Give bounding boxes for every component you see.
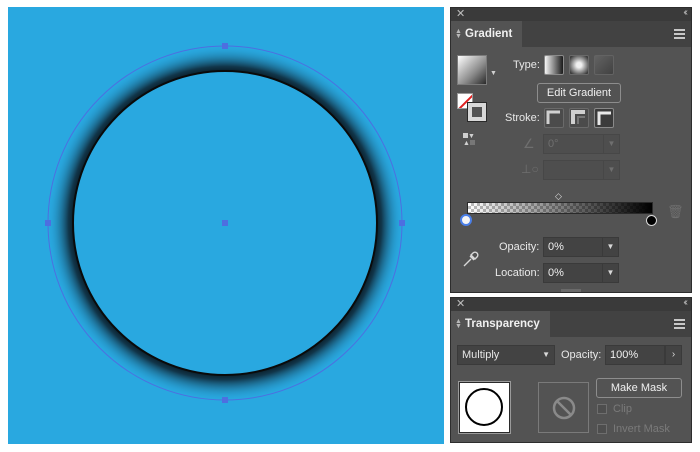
stroke-across-button[interactable] [594, 108, 614, 128]
anchor-point-top[interactable] [222, 43, 228, 49]
fill-stroke-indicator[interactable] [457, 93, 487, 122]
artboard-canvas[interactable] [8, 7, 444, 444]
gradient-stop-left[interactable] [460, 214, 472, 226]
make-mask-button[interactable]: Make Mask [596, 378, 682, 398]
location-dropdown[interactable]: ▼ [602, 263, 619, 283]
no-mask-icon [552, 396, 576, 420]
anchor-point-left[interactable] [45, 220, 51, 226]
gradient-slider[interactable] [467, 202, 653, 214]
aspect-ratio-field[interactable] [543, 160, 605, 180]
freeform-gradient-button[interactable] [594, 55, 614, 75]
opacity-field[interactable]: 0% [543, 237, 603, 257]
midpoint-diamond-icon[interactable]: ◇ [555, 191, 562, 202]
gradient-stop-right[interactable] [646, 215, 657, 226]
close-panel-button[interactable]: ✕ [456, 7, 465, 20]
panel-menu-icon[interactable] [674, 319, 685, 329]
trash-icon[interactable]: 🗑 [667, 204, 684, 220]
tab-label: Transparency [465, 318, 540, 330]
blend-mode-select[interactable]: Multiply ▼ [457, 345, 555, 365]
opacity-field[interactable]: 100% [605, 345, 665, 365]
angle-icon: ∠ [523, 136, 535, 151]
aspect-ratio-icon: ⊥○ [521, 162, 539, 176]
panel-menu-icon[interactable] [674, 29, 685, 39]
opacity-expand-button[interactable]: › [665, 345, 682, 365]
clip-checkbox[interactable] [597, 404, 607, 414]
artwork [45, 43, 405, 403]
stroke-along-button[interactable] [569, 108, 589, 128]
angle-field[interactable]: 0° [543, 134, 605, 154]
tab-bar: ▲ ▼ Gradient [451, 21, 691, 47]
tab-transparency[interactable]: ▲ ▼ Transparency [451, 311, 550, 337]
type-label: Type: [513, 59, 540, 71]
mask-thumbnail[interactable] [538, 382, 589, 433]
anchor-point-bottom[interactable] [222, 397, 228, 403]
eyedropper-icon[interactable] [461, 251, 479, 269]
angle-dropdown[interactable]: ▼ [603, 134, 620, 154]
location-label: Location: [495, 267, 540, 279]
panel-titlebar[interactable]: ✕ ‹‹ [451, 7, 691, 21]
clip-label: Clip [613, 403, 632, 415]
swatch-dropdown-icon[interactable]: ▼ [490, 70, 497, 77]
object-thumbnail[interactable] [458, 381, 511, 434]
opacity-dropdown[interactable]: ▼ [602, 237, 619, 257]
stroke-label: Stroke: [505, 112, 540, 124]
resize-grip[interactable] [561, 289, 581, 292]
transparency-panel: ✕ ‹‹ ▲ ▼ Transparency Multiply ▼ Opacity:… [450, 297, 692, 443]
blend-mode-value: Multiply [462, 349, 500, 361]
tab-bar: ▲ ▼ Transparency [451, 311, 691, 337]
chevron-down-icon: ▼ [542, 350, 550, 359]
invert-mask-checkbox[interactable] [597, 424, 607, 434]
reverse-gradient-icon[interactable]: ▼ ▲ [463, 133, 479, 147]
radial-gradient-button[interactable] [569, 55, 589, 75]
center-point[interactable] [222, 220, 228, 226]
edit-gradient-button[interactable]: Edit Gradient [537, 83, 621, 103]
stroke-within-button[interactable] [544, 108, 564, 128]
tab-arrows-icon: ▲ ▼ [455, 318, 462, 330]
invert-mask-label: Invert Mask [613, 423, 670, 435]
anchor-point-right[interactable] [399, 220, 405, 226]
tab-arrows-icon: ▲ ▼ [455, 28, 462, 40]
aspect-ratio-dropdown[interactable]: ▼ [603, 160, 620, 180]
close-panel-button[interactable]: ✕ [456, 297, 465, 310]
collapse-panel-button[interactable]: ‹‹ [683, 7, 687, 18]
location-field[interactable]: 0% [543, 263, 603, 283]
opacity-label: Opacity: [561, 349, 602, 361]
linear-gradient-button[interactable] [544, 55, 564, 75]
gradient-swatch[interactable] [457, 55, 487, 85]
stroke-gradient-icon[interactable] [467, 102, 487, 122]
panel-titlebar[interactable]: ✕ ‹‹ [451, 297, 691, 311]
collapse-panel-button[interactable]: ‹‹ [683, 297, 687, 308]
gradient-panel: ✕ ‹‹ ▲ ▼ Gradient ▼ ▼ ▲ Type: Edit Gradien… [450, 7, 692, 293]
tab-label: Gradient [465, 28, 513, 40]
opacity-label: Opacity: [499, 241, 540, 253]
tab-gradient[interactable]: ▲ ▼ Gradient [451, 21, 523, 47]
